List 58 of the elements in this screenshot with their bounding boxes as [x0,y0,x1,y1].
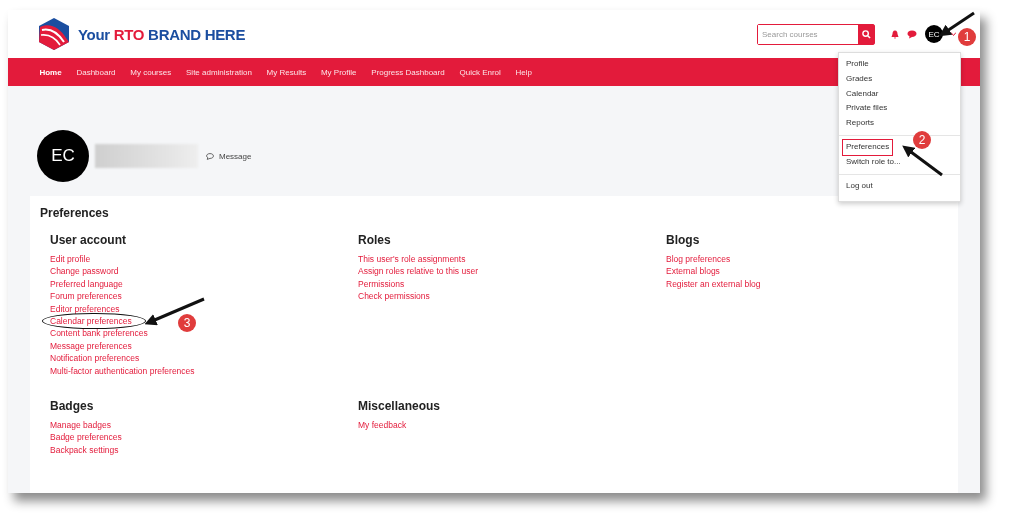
preference-link[interactable]: Content bank preferences [50,327,148,340]
menu-item[interactable]: Calendar [843,86,882,102]
nav-link[interactable]: Help [508,67,540,77]
section-heading: Badges [50,399,95,414]
logo-icon [36,16,72,52]
preference-link[interactable]: External blogs [666,265,720,278]
search-button[interactable] [858,24,874,44]
nav-link[interactable]: My Profile [313,67,364,77]
preference-link[interactable]: Forum preferences [50,290,122,303]
menu-item[interactable]: Preferences [843,140,893,155]
preference-link[interactable]: Badge preferences [50,431,122,444]
menu-item[interactable]: Log out [843,178,876,194]
preference-link[interactable]: Preferred language [50,277,123,291]
preference-link[interactable]: Assign roles relative to this user [358,265,478,278]
menu-item[interactable]: Switch role to... [843,154,904,170]
preference-link[interactable]: Manage badges [50,419,111,432]
search-field[interactable]: Search courses [757,23,875,45]
preference-link[interactable]: Edit profile [50,253,91,266]
menu-item[interactable]: Grades [843,71,876,87]
search-icon [861,29,871,39]
profile-avatar: EC [37,130,89,182]
nav-link[interactable]: My courses [122,67,179,77]
caret-icon[interactable] [951,32,956,36]
card-title: Preferences [40,206,110,220]
preference-link[interactable]: Message preferences [50,339,132,353]
menu-item[interactable]: Reports [843,116,877,131]
user-avatar[interactable]: EC [925,25,943,43]
message-link[interactable]: Message [206,151,252,161]
annotation-arrow [902,145,943,177]
preference-link[interactable]: Check permissions [358,290,430,303]
section-heading: Roles [358,233,392,247]
preference-link[interactable]: Notification preferences [50,352,140,365]
bell-icon[interactable] [891,29,899,39]
menu-item[interactable]: Private files [843,101,891,117]
section-heading: User account [50,233,128,247]
speech-bubble-icon [206,152,214,160]
brand-name: Your RTO BRAND HERE [78,25,246,43]
nav-link[interactable]: Site administration [178,67,260,77]
preference-link[interactable]: Multi-factor authentication preferences [50,364,195,378]
annotation-arrow [144,297,205,326]
nav-link[interactable]: Home [32,67,69,77]
preference-link[interactable]: Register an external blog [666,277,761,291]
preference-link[interactable]: Calendar preferences [50,315,132,328]
section-heading: Miscellaneous [358,399,442,414]
nav-link[interactable]: Quick Enrol [452,67,509,77]
preference-link[interactable]: Blog preferences [666,253,731,266]
preference-link[interactable]: Change password [50,265,119,278]
preference-link[interactable]: Backpack settings [50,443,119,457]
menu-item[interactable]: Profile [843,57,872,72]
nav-link[interactable]: Dashboard [69,67,123,77]
preference-link[interactable]: This user's role assignments [358,253,466,266]
chat-icon[interactable] [907,29,917,39]
nav-link[interactable]: Progress Dashboard [363,67,453,77]
nav-link[interactable]: My Results [259,67,314,77]
section-heading: Blogs [666,233,701,247]
preference-link[interactable]: Editor preferences [50,302,120,316]
preference-link[interactable]: Permissions [358,277,405,291]
preference-link[interactable]: My feedback [358,419,407,432]
